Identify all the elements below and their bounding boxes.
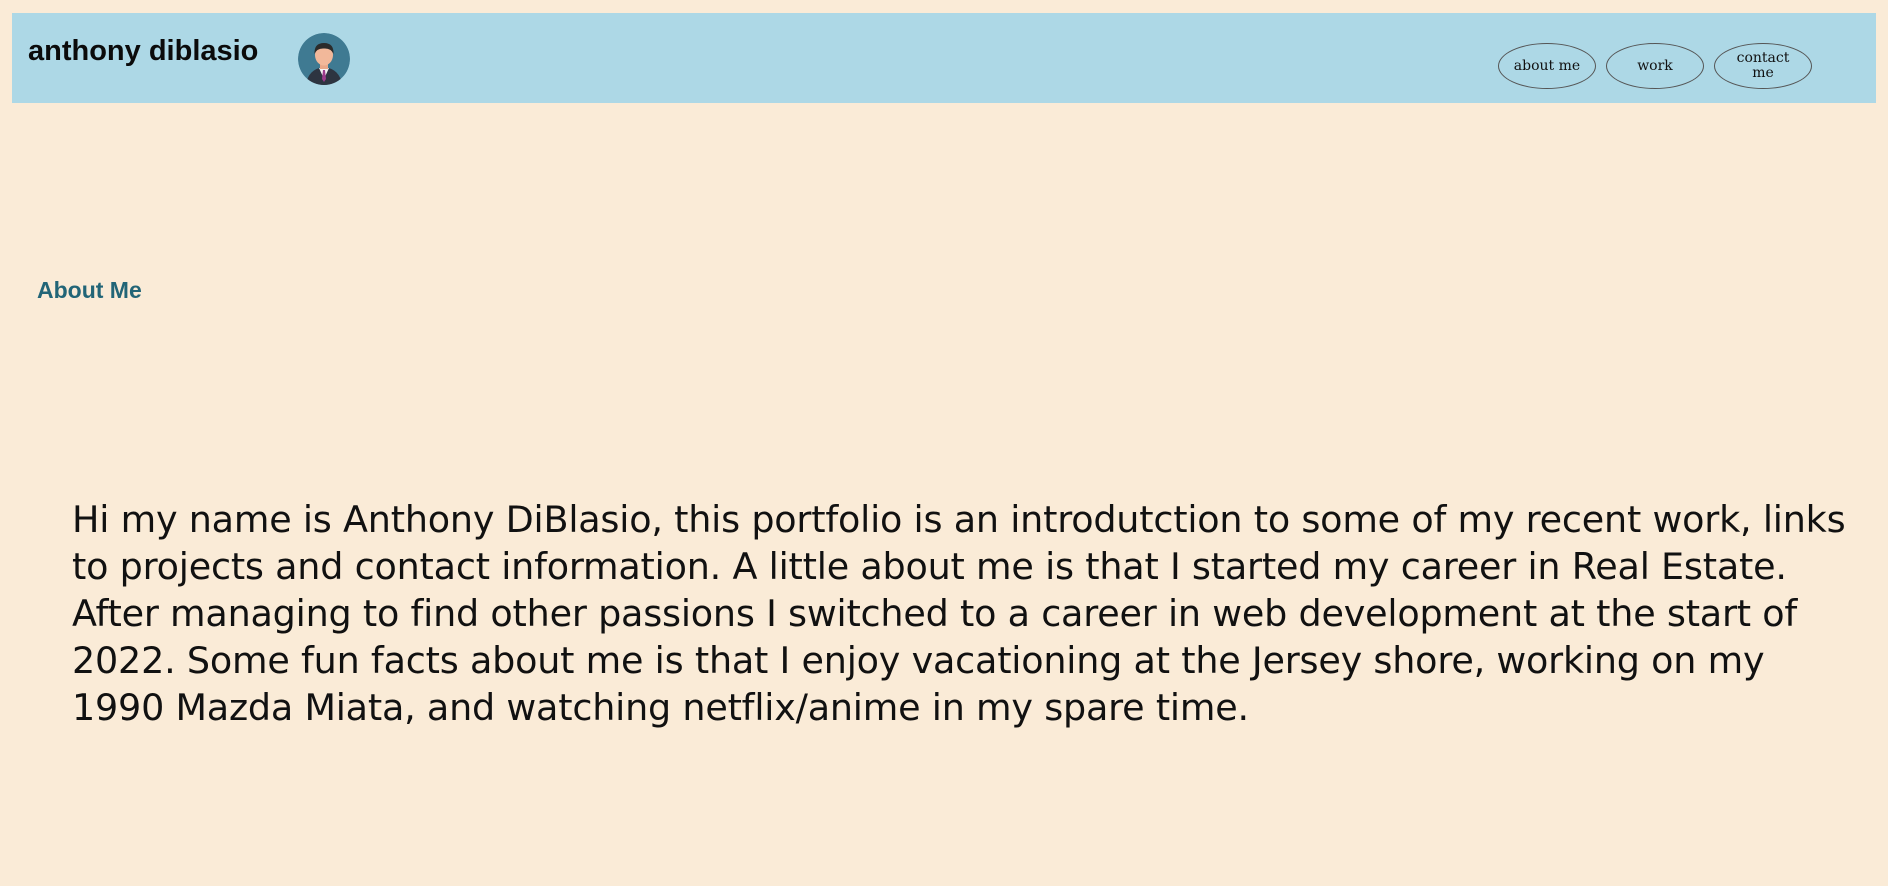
- nav-about-me-button[interactable]: about me: [1498, 43, 1596, 89]
- main-nav: about me work contact me: [1498, 43, 1812, 89]
- nav-work-button[interactable]: work: [1606, 43, 1704, 89]
- person-avatar-icon: [298, 33, 350, 85]
- bio-paragraph: Hi my name is Anthony DiBlasio, this por…: [72, 498, 1846, 729]
- nav-contact-me-button[interactable]: contact me: [1714, 43, 1812, 89]
- site-title: anthony diblasio: [28, 35, 259, 67]
- site-header: anthony diblasio about me work contact m…: [12, 13, 1876, 103]
- about-me-heading: About Me: [37, 277, 142, 303]
